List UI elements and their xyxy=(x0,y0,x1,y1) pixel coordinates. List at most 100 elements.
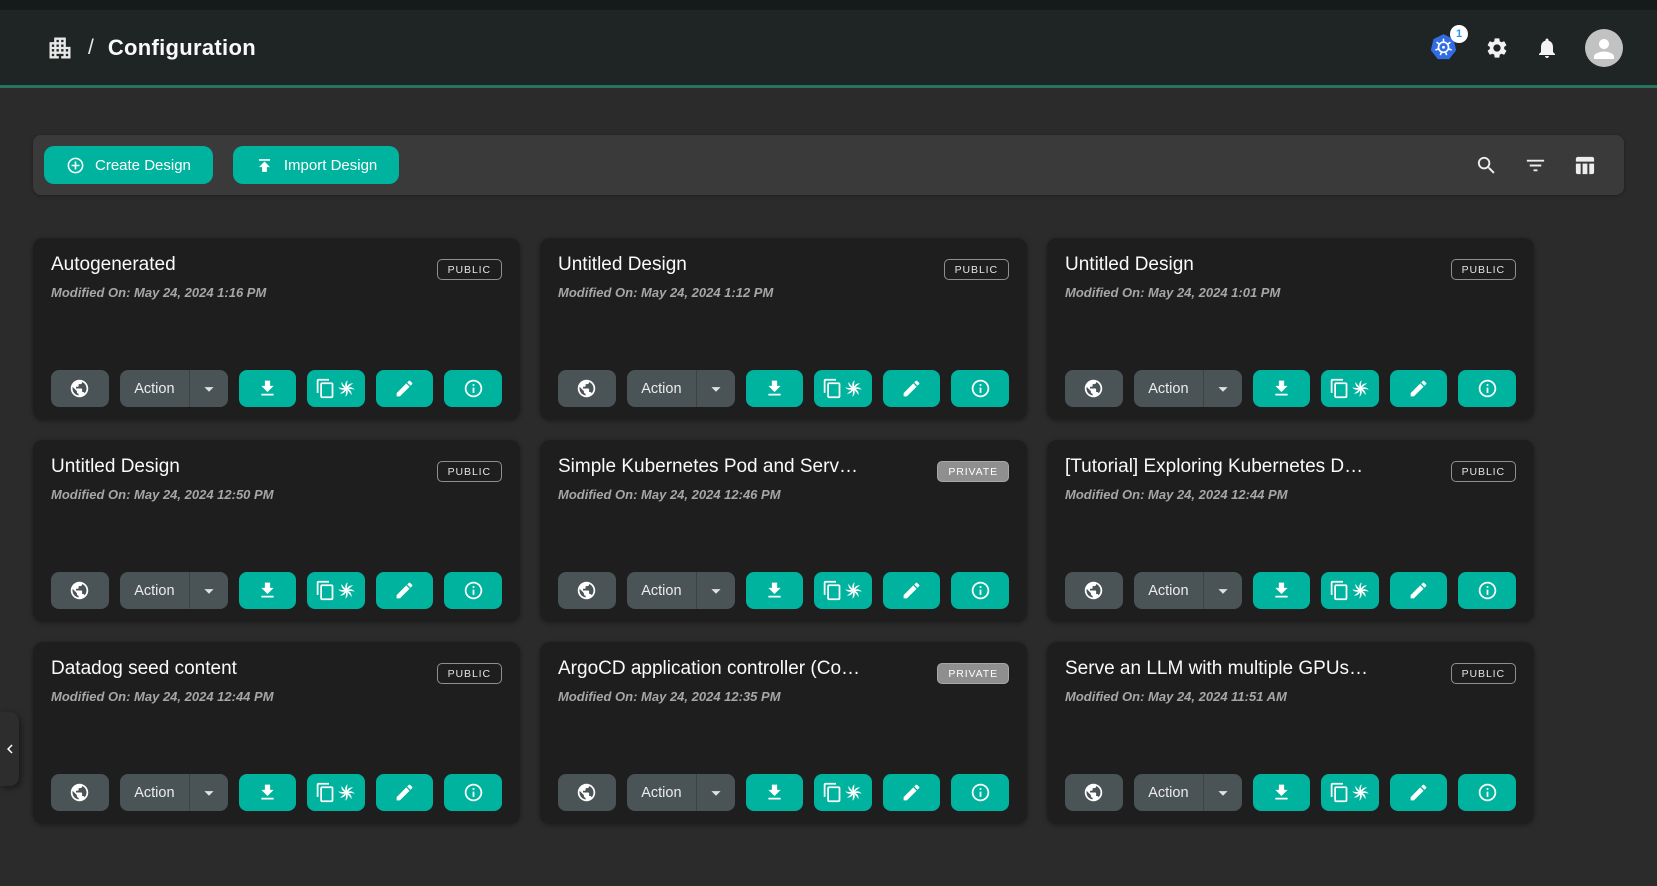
visibility-badge: PUBLIC xyxy=(1451,461,1516,482)
visibility-globe-button[interactable] xyxy=(51,774,109,811)
apartment-building-icon[interactable] xyxy=(46,34,74,62)
table-view-icon[interactable] xyxy=(1573,154,1596,177)
edit-button[interactable] xyxy=(883,572,941,609)
action-button[interactable]: Action xyxy=(1134,572,1204,609)
info-button[interactable] xyxy=(951,774,1009,811)
search-icon[interactable] xyxy=(1475,154,1498,177)
info-button[interactable] xyxy=(444,774,502,811)
info-icon xyxy=(1477,378,1498,399)
create-design-button[interactable]: Create Design xyxy=(44,146,213,184)
design-card-titles: Untitled Design Modified On: May 24, 202… xyxy=(558,254,773,300)
edit-button[interactable] xyxy=(376,370,434,407)
clone-button[interactable] xyxy=(814,370,872,407)
edit-button[interactable] xyxy=(1390,370,1448,407)
action-split-button: Action xyxy=(120,572,228,609)
clone-button[interactable] xyxy=(1321,774,1379,811)
info-button[interactable] xyxy=(1458,572,1516,609)
action-dropdown-toggle[interactable] xyxy=(189,572,228,609)
download-button[interactable] xyxy=(746,370,804,407)
edit-button[interactable] xyxy=(376,774,434,811)
filter-list-icon[interactable] xyxy=(1524,154,1547,177)
design-modified-date: Modified On: May 24, 2024 11:51 AM xyxy=(1065,689,1368,704)
visibility-globe-button[interactable] xyxy=(558,370,616,407)
design-card-grid: Autogenerated Modified On: May 24, 2024 … xyxy=(33,238,1624,824)
import-design-label: Import Design xyxy=(284,157,377,174)
action-dropdown-toggle[interactable] xyxy=(1203,370,1242,407)
info-button[interactable] xyxy=(444,572,502,609)
design-card: Simple Kubernetes Pod and Serv… Modified… xyxy=(540,440,1027,622)
download-button[interactable] xyxy=(1253,572,1311,609)
download-button[interactable] xyxy=(239,370,297,407)
clone-button[interactable] xyxy=(1321,370,1379,407)
edit-button[interactable] xyxy=(1390,774,1448,811)
clone-button[interactable] xyxy=(307,774,365,811)
visibility-globe-button[interactable] xyxy=(1065,572,1123,609)
page-title: Configuration xyxy=(108,35,256,61)
design-card-titles: Datadog seed content Modified On: May 24… xyxy=(51,658,274,704)
action-button[interactable]: Action xyxy=(120,572,190,609)
notifications-bell-icon[interactable] xyxy=(1535,36,1559,60)
edit-pencil-icon xyxy=(901,782,922,803)
download-button[interactable] xyxy=(239,774,297,811)
kubernetes-context-button[interactable]: 1 xyxy=(1428,32,1459,63)
info-button[interactable] xyxy=(444,370,502,407)
design-card-titles: Autogenerated Modified On: May 24, 2024 … xyxy=(51,254,266,300)
globe-icon xyxy=(576,378,597,399)
clone-button[interactable] xyxy=(814,774,872,811)
action-button[interactable]: Action xyxy=(1134,370,1204,407)
user-avatar[interactable] xyxy=(1585,29,1623,67)
settings-gear-icon[interactable] xyxy=(1485,36,1509,60)
action-button[interactable]: Action xyxy=(627,572,697,609)
download-button[interactable] xyxy=(239,572,297,609)
download-button[interactable] xyxy=(1253,774,1311,811)
info-button[interactable] xyxy=(951,572,1009,609)
action-dropdown-toggle[interactable] xyxy=(696,774,735,811)
globe-icon xyxy=(576,782,597,803)
action-split-button: Action xyxy=(627,572,735,609)
visibility-badge: PUBLIC xyxy=(437,663,502,684)
info-button[interactable] xyxy=(1458,774,1516,811)
action-dropdown-toggle[interactable] xyxy=(696,370,735,407)
visibility-globe-button[interactable] xyxy=(1065,370,1123,407)
action-button[interactable]: Action xyxy=(627,370,697,407)
copy-icon xyxy=(315,782,336,803)
clone-button[interactable] xyxy=(307,370,365,407)
action-button[interactable]: Action xyxy=(627,774,697,811)
visibility-globe-button[interactable] xyxy=(51,370,109,407)
visibility-globe-button[interactable] xyxy=(558,774,616,811)
import-design-button[interactable]: Import Design xyxy=(233,146,399,184)
edit-pencil-icon xyxy=(1408,378,1429,399)
clone-button[interactable] xyxy=(307,572,365,609)
visibility-globe-button[interactable] xyxy=(558,572,616,609)
info-button[interactable] xyxy=(951,370,1009,407)
edit-button[interactable] xyxy=(376,572,434,609)
action-dropdown-toggle[interactable] xyxy=(189,774,228,811)
design-card-actions: Action xyxy=(51,370,502,407)
clone-button[interactable] xyxy=(814,572,872,609)
design-title: Untitled Design xyxy=(558,254,773,276)
design-card-header: Datadog seed content Modified On: May 24… xyxy=(51,658,502,704)
design-title: Untitled Design xyxy=(1065,254,1280,276)
action-dropdown-toggle[interactable] xyxy=(696,572,735,609)
edit-button[interactable] xyxy=(1390,572,1448,609)
edit-button[interactable] xyxy=(883,774,941,811)
action-button[interactable]: Action xyxy=(120,774,190,811)
info-icon xyxy=(970,378,991,399)
design-card-header: Untitled Design Modified On: May 24, 202… xyxy=(1065,254,1516,300)
visibility-globe-button[interactable] xyxy=(51,572,109,609)
info-button[interactable] xyxy=(1458,370,1516,407)
action-dropdown-toggle[interactable] xyxy=(1203,572,1242,609)
action-button[interactable]: Action xyxy=(120,370,190,407)
action-split-button: Action xyxy=(627,370,735,407)
action-dropdown-toggle[interactable] xyxy=(189,370,228,407)
visibility-globe-button[interactable] xyxy=(1065,774,1123,811)
download-button[interactable] xyxy=(746,572,804,609)
clone-button[interactable] xyxy=(1321,572,1379,609)
action-button[interactable]: Action xyxy=(1134,774,1204,811)
edit-button[interactable] xyxy=(883,370,941,407)
download-button[interactable] xyxy=(1253,370,1311,407)
design-card-header: Serve an LLM with multiple GPUs… Modifie… xyxy=(1065,658,1516,704)
download-button[interactable] xyxy=(746,774,804,811)
sidebar-expand-handle[interactable] xyxy=(0,712,19,786)
action-dropdown-toggle[interactable] xyxy=(1203,774,1242,811)
